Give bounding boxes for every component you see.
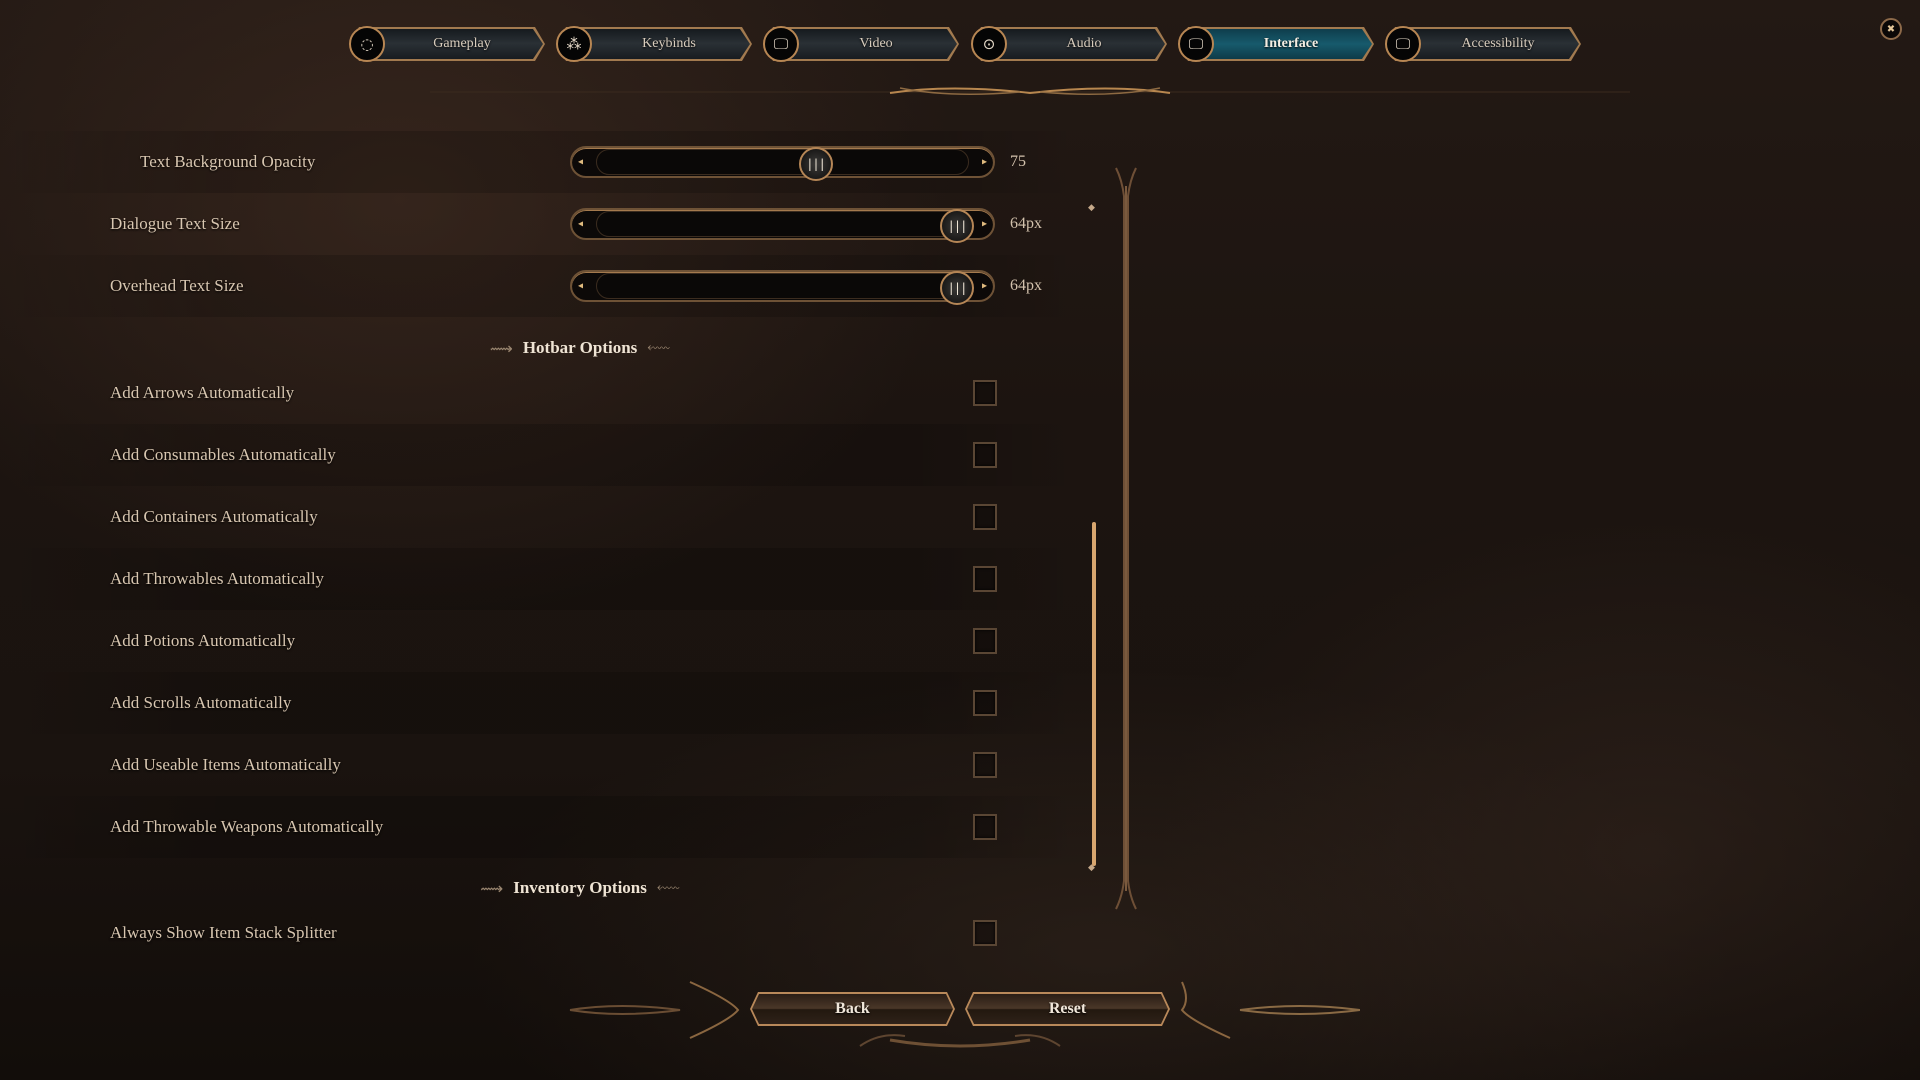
scrollbar-thumb[interactable] [1092, 522, 1096, 866]
always-show-item-stack-splitter-checkbox[interactable] [973, 920, 997, 946]
setting-row[interactable]: Add Useable Items Automatically [0, 734, 1080, 796]
add-useable-items-checkbox[interactable] [973, 752, 997, 778]
setting-row-overhead-text-size: Overhead Text Size ◂ ▸ ||| 64px [0, 255, 1080, 317]
add-arrows-checkbox[interactable] [973, 380, 997, 406]
tab-interface[interactable]: 🖵 Interface [1172, 26, 1372, 62]
section-title: Hotbar Options [522, 338, 638, 357]
section-title: Inventory Options [513, 878, 647, 897]
tab-label: Gameplay [433, 36, 491, 51]
top-divider-ornament [430, 87, 1630, 95]
section-header-hotbar: ⟿ Hotbar Options ⬳ [0, 338, 1160, 358]
monitor-icon: 🖵 [1385, 26, 1421, 62]
monitor-icon: 🖵 [1178, 26, 1214, 62]
setting-row[interactable]: Add Throwable Weapons Automatically [0, 796, 1080, 858]
setting-label: Dialogue Text Size [110, 214, 240, 233]
reset-button[interactable]: Reset [965, 992, 1170, 1026]
flourish-right-icon: ⬳ [647, 338, 671, 357]
setting-label: Add Throwable Weapons Automatically [110, 817, 384, 836]
flourish-left-icon: ⟿ [480, 878, 504, 898]
flourish-right-icon: ⬳ [656, 878, 680, 897]
tab-audio[interactable]: ⊙ Audio [965, 26, 1165, 62]
back-button[interactable]: Back [750, 992, 955, 1026]
setting-label: Text Background Opacity [140, 152, 316, 171]
scrollbar-frame-ornament [1115, 167, 1137, 910]
setting-row[interactable]: Add Arrows Automatically [0, 362, 1080, 424]
setting-row[interactable]: Add Throwables Automatically [0, 548, 1080, 610]
setting-row[interactable]: Add Containers Automatically [0, 486, 1080, 548]
slider-decrement-arrow-icon[interactable]: ◂ [578, 219, 583, 230]
setting-row[interactable]: Always Show Item Stack Splitter [0, 902, 1080, 964]
slider-increment-arrow-icon[interactable]: ▸ [982, 157, 987, 168]
setting-row-text-background-opacity: Text Background Opacity ◂ ▸ ||| 75 [0, 131, 1080, 193]
setting-row[interactable]: Add Potions Automatically [0, 610, 1080, 672]
slider-thumb[interactable]: ||| [798, 147, 833, 181]
slider-decrement-arrow-icon[interactable]: ◂ [578, 281, 583, 292]
slider-value: 75 [1010, 153, 1026, 170]
gameplay-cycle-icon: ◌ [349, 26, 385, 62]
keybinds-keys-icon: ⁂ [556, 26, 592, 62]
add-consumables-checkbox[interactable] [973, 442, 997, 468]
add-potions-checkbox[interactable] [973, 628, 997, 654]
add-scrolls-checkbox[interactable] [973, 690, 997, 716]
flourish-left-icon: ⟿ [489, 338, 513, 358]
close-button[interactable]: ✖ [1880, 18, 1902, 40]
setting-row-dialogue-text-size: Dialogue Text Size ◂ ▸ ||| 64px [0, 193, 1080, 255]
slider-decrement-arrow-icon[interactable]: ◂ [578, 157, 583, 168]
text-background-opacity-slider[interactable]: ◂ ▸ ||| [570, 146, 995, 181]
bottom-ornament [569, 981, 1360, 1048]
add-throwable-weapons-checkbox[interactable] [973, 814, 997, 840]
tab-accessibility[interactable]: 🖵 Accessibility [1379, 26, 1579, 62]
tab-label: Video [859, 36, 893, 51]
slider-track[interactable] [596, 273, 969, 299]
add-throwables-checkbox[interactable] [973, 566, 997, 592]
setting-label: Add Throwables Automatically [110, 569, 325, 588]
setting-label: Add Consumables Automatically [110, 445, 336, 464]
scroll-up-arrow-icon[interactable]: ◆ [1088, 203, 1095, 213]
close-icon: ✖ [1886, 23, 1896, 35]
slider-thumb[interactable]: ||| [940, 271, 974, 305]
tab-label: Audio [1066, 36, 1102, 51]
scroll-down-arrow-icon[interactable]: ◆ [1088, 863, 1095, 873]
setting-row[interactable]: Add Scrolls Automatically [0, 672, 1080, 734]
setting-label: Add Containers Automatically [110, 507, 318, 526]
setting-label: Add Useable Items Automatically [110, 755, 341, 774]
tab-video[interactable]: 🖵 Video [757, 26, 957, 62]
tab-gameplay[interactable]: ◌ Gameplay [343, 26, 543, 62]
slider-thumb[interactable]: ||| [940, 209, 974, 243]
tab-label: Interface [1263, 36, 1319, 51]
setting-label: Overhead Text Size [110, 276, 244, 295]
dialogue-text-size-slider[interactable]: ◂ ▸ ||| [570, 208, 995, 243]
slider-value: 64px [1010, 277, 1042, 294]
slider-increment-arrow-icon[interactable]: ▸ [982, 281, 987, 292]
setting-label: Always Show Item Stack Splitter [110, 923, 337, 942]
add-containers-checkbox[interactable] [973, 504, 997, 530]
section-header-inventory: ⟿ Inventory Options ⬳ [0, 878, 1160, 898]
tab-label: Accessibility [1461, 36, 1535, 51]
setting-row[interactable]: Add Consumables Automatically [0, 424, 1080, 486]
slider-value: 64px [1010, 215, 1042, 232]
tab-keybinds[interactable]: ⁂ Keybinds [550, 26, 750, 62]
tab-label: Keybinds [642, 36, 696, 51]
slider-track[interactable] [596, 149, 969, 175]
setting-label: Add Arrows Automatically [110, 383, 295, 402]
speaker-icon: ⊙ [971, 26, 1007, 62]
slider-track[interactable] [596, 211, 969, 237]
slider-increment-arrow-icon[interactable]: ▸ [982, 219, 987, 230]
monitor-icon: 🖵 [763, 26, 799, 62]
setting-label: Add Scrolls Automatically [110, 693, 292, 712]
overhead-text-size-slider[interactable]: ◂ ▸ ||| [570, 270, 995, 305]
setting-label: Add Potions Automatically [110, 631, 296, 650]
